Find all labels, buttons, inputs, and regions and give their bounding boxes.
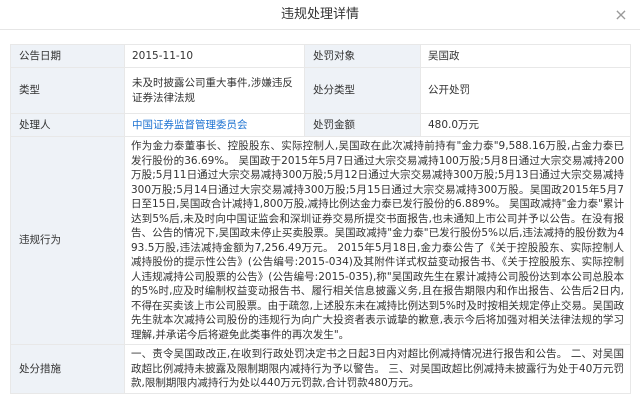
detail-table: 公告日期 2015-11-10 处罚对象 吴国政 类型 未及时披露公司重大事件,…: [10, 44, 631, 394]
handler-label: 处理人: [10, 113, 125, 137]
target-label: 处罚对象: [304, 44, 421, 68]
amount-label: 处罚金额: [304, 113, 421, 137]
type-value: 未及时披露公司重大事件,涉嫌违反证券法律法规: [124, 67, 305, 114]
close-icon[interactable]: ×: [612, 6, 630, 24]
table-row-violation: 违规行为 作为金力泰董事长、控股股东、实际控制人,吴国政在此次减持前持有"金力泰…: [10, 136, 631, 345]
type-label: 类型: [10, 67, 125, 114]
amount-value: 480.0万元: [420, 113, 631, 137]
violation-label: 违规行为: [10, 136, 125, 345]
table-row-measures: 处分措施 一、责令吴国政改正,在收到行政处罚决定书之日起3日内对超比例减持情况进…: [10, 344, 631, 394]
table-row-type: 类型 未及时披露公司重大事件,涉嫌违反证券法律法规 处分类型 公开处罚: [10, 67, 631, 114]
table-row-date: 公告日期 2015-11-10 处罚对象 吴国政: [10, 44, 631, 68]
measures-label: 处分措施: [10, 344, 125, 394]
modal-title: 违规处理详情: [280, 7, 359, 22]
handler-value: 中国证券监督管理委员会: [124, 113, 305, 137]
modal-header: 违规处理详情 ×: [0, 0, 640, 30]
announce-date-label: 公告日期: [10, 44, 125, 68]
handler-link[interactable]: 中国证券监督管理委员会: [132, 119, 248, 131]
table-row-handler: 处理人 中国证券监督管理委员会 处罚金额 480.0万元: [10, 113, 631, 137]
target-value: 吴国政: [420, 44, 631, 68]
punish-type-label: 处分类型: [304, 67, 421, 114]
announce-date-value: 2015-11-10: [124, 44, 305, 68]
violation-text: 作为金力泰董事长、控股股东、实际控制人,吴国政在此次减持前持有"金力泰"9,58…: [124, 136, 631, 345]
punish-type-value: 公开处罚: [420, 67, 631, 114]
measures-text: 一、责令吴国政改正,在收到行政处罚决定书之日起3日内对超比例减持情况进行报告和公…: [124, 344, 631, 394]
